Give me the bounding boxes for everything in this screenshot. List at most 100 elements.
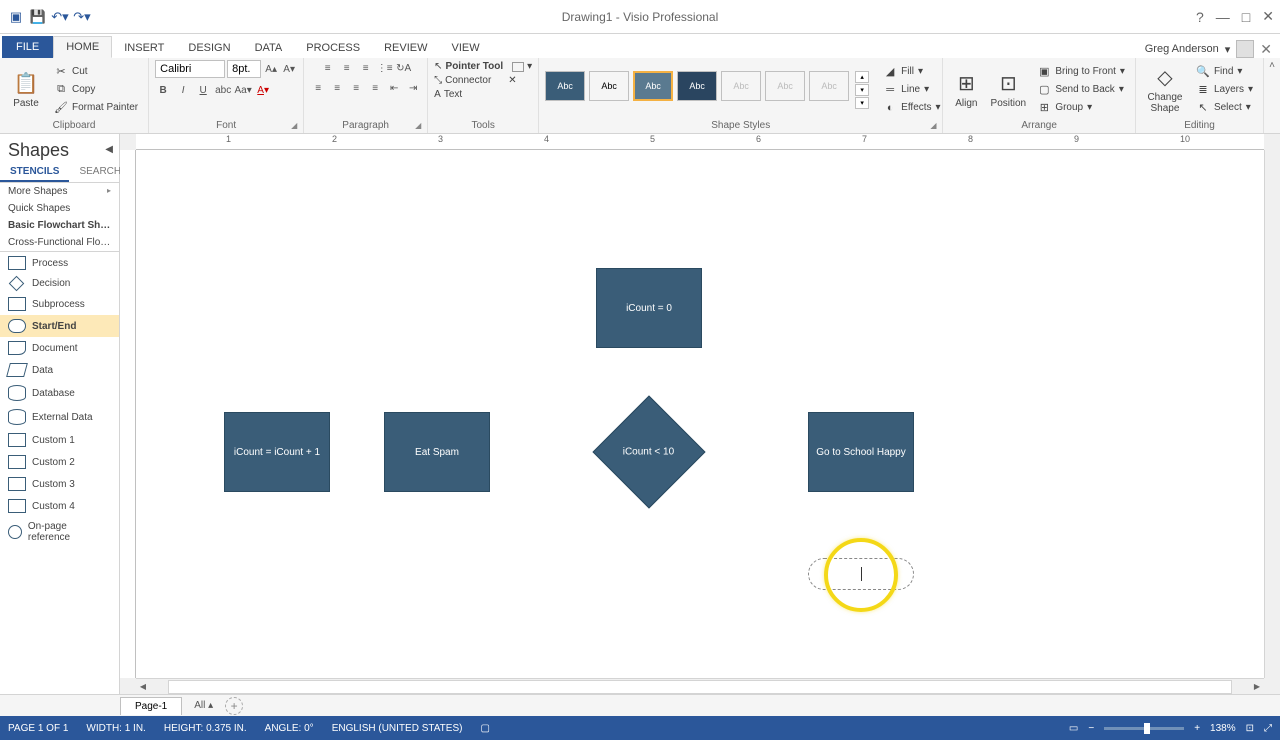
tab-insert[interactable]: INSERT [112,38,176,58]
tab-design[interactable]: DESIGN [176,38,242,58]
shape-onpage-ref[interactable]: On-page reference [0,517,119,547]
style-swatch[interactable]: Abc [589,71,629,101]
indent-dec-button[interactable]: ⇤ [386,80,402,96]
flowchart-process-eat[interactable]: Eat Spam [384,412,490,492]
undo-icon[interactable]: ↶▾ [50,7,70,27]
tab-review[interactable]: REVIEW [372,38,439,58]
change-shape-button[interactable]: ◇Change Shape [1142,62,1188,118]
scroll-right-button[interactable]: ▶ [1250,680,1264,694]
close-icon[interactable]: ✕ [1262,8,1274,25]
format-painter-button[interactable]: 🖌Format Painter [50,100,142,116]
align-right-button[interactable]: ≡ [348,80,364,96]
pointer-tool-button[interactable]: ↖Pointer Tool▾ [434,60,532,73]
scroll-track[interactable] [168,680,1232,694]
tab-view[interactable]: VIEW [439,38,491,58]
paragraph-dialog-launcher[interactable]: ◢ [415,121,425,131]
macro-record-icon[interactable]: ▢ [480,723,489,734]
redo-icon[interactable]: ↷▾ [72,7,92,27]
save-icon[interactable]: 💾 [28,7,48,27]
font-size-combo[interactable] [227,60,261,78]
shape-custom3[interactable]: Custom 3 [0,473,119,495]
style-swatch[interactable]: Abc [809,71,849,101]
presentation-mode-button[interactable]: ▭ [1069,723,1078,734]
bullets-button[interactable]: ⋮≡ [377,60,393,76]
shape-start-end[interactable]: Start/End [0,315,119,337]
maximize-icon[interactable]: □ [1242,9,1250,25]
shape-decision[interactable]: Decision [0,274,119,293]
avatar[interactable] [1236,40,1254,58]
layers-button[interactable]: ≣Layers▾ [1192,82,1257,98]
flowchart-process-happy[interactable]: Go to School Happy [808,412,914,492]
vertical-scrollbar[interactable] [1264,150,1280,678]
group-button[interactable]: ⊞Group▾ [1033,100,1129,116]
tab-file[interactable]: FILE [2,36,53,58]
flowchart-process-init[interactable]: iCount = 0 [596,268,702,348]
grow-font-button[interactable]: A▴ [263,61,279,77]
minimize-icon[interactable]: — [1216,9,1230,25]
drawing-canvas[interactable]: iCount = 0 iCount = iCount + 1 Eat Spam … [136,150,1264,678]
tab-process[interactable]: PROCESS [294,38,372,58]
user-name[interactable]: Greg Anderson [1145,43,1219,55]
indent-inc-button[interactable]: ⇥ [405,80,421,96]
stencil-quick-shapes[interactable]: Quick Shapes [0,200,119,217]
style-swatch[interactable]: Abc [677,71,717,101]
tab-data[interactable]: DATA [243,38,295,58]
shape-custom1[interactable]: Custom 1 [0,429,119,451]
copy-button[interactable]: ⧉Copy [50,82,142,98]
justify-button[interactable]: ≡ [367,80,383,96]
italic-button[interactable]: I [175,82,191,98]
gallery-more-button[interactable]: ▾ [855,97,869,109]
tab-home[interactable]: HOME [53,36,112,58]
flowchart-process-increment[interactable]: iCount = iCount + 1 [224,412,330,492]
scroll-left-button[interactable]: ◀ [136,680,150,694]
shape-document[interactable]: Document [0,337,119,359]
style-swatch[interactable]: Abc [765,71,805,101]
stencils-tab[interactable]: STENCILS [0,163,69,182]
cut-button[interactable]: ✂Cut [50,64,142,80]
align-top-button[interactable]: ≡ [320,60,336,76]
align-bottom-button[interactable]: ≡ [358,60,374,76]
align-left-button[interactable]: ≡ [310,80,326,96]
connector-tool-button[interactable]: ⤡Connector✕ [434,74,517,87]
stencil-basic-flowchart[interactable]: Basic Flowchart Shapes [0,217,119,234]
case-button[interactable]: Aa▾ [235,82,251,98]
collapse-ribbon-button[interactable]: ˄ [1269,60,1275,71]
fill-button[interactable]: ◢Fill▾ [879,64,944,80]
font-color-button[interactable]: A▾ [255,82,271,98]
page-tab-all[interactable]: All ▴ [186,697,221,714]
send-back-button[interactable]: ▢Send to Back▾ [1033,82,1129,98]
user-menu-chevron[interactable]: ▾ [1225,43,1231,56]
styles-dialog-launcher[interactable]: ◢ [930,121,940,131]
close-document-icon[interactable]: ✕ [1260,41,1272,58]
zoom-in-button[interactable]: + [1194,723,1200,734]
effects-button[interactable]: ◐Effects▾ [879,100,944,116]
select-button[interactable]: ↖Select▾ [1192,100,1257,116]
rotate-text-button[interactable]: ↻A [396,60,412,76]
find-button[interactable]: 🔍Find▾ [1192,64,1257,80]
zoom-out-button[interactable]: − [1088,723,1094,734]
status-language[interactable]: ENGLISH (UNITED STATES) [332,723,463,734]
style-gallery[interactable]: Abc Abc Abc Abc Abc Abc Abc ▴ ▾ ▾ [545,71,869,109]
zoom-level[interactable]: 138% [1210,723,1236,734]
shape-custom4[interactable]: Custom 4 [0,495,119,517]
gallery-up-button[interactable]: ▴ [855,71,869,83]
shape-process[interactable]: Process [0,252,119,274]
add-page-button[interactable]: + [225,697,243,715]
horizontal-scrollbar[interactable]: ◀ ▶ [136,678,1264,694]
strike-button[interactable]: abc [215,82,231,98]
page-tab-1[interactable]: Page-1 [120,697,182,715]
shape-custom2[interactable]: Custom 2 [0,451,119,473]
status-page[interactable]: PAGE 1 OF 1 [8,723,68,734]
align-center-button[interactable]: ≡ [329,80,345,96]
align-middle-button[interactable]: ≡ [339,60,355,76]
gallery-down-button[interactable]: ▾ [855,84,869,96]
shape-subprocess[interactable]: Subprocess [0,293,119,315]
line-button[interactable]: ═Line▾ [879,82,944,98]
shrink-font-button[interactable]: A▾ [281,61,297,77]
full-screen-button[interactable]: ⤢ [1264,723,1272,734]
shape-database[interactable]: Database [0,381,119,405]
stencil-more-shapes[interactable]: More Shapes [0,183,119,200]
flowchart-decision[interactable]: iCount < 10 [592,395,705,508]
font-dialog-launcher[interactable]: ◢ [291,121,301,131]
text-tool-button[interactable]: AText [434,88,462,101]
